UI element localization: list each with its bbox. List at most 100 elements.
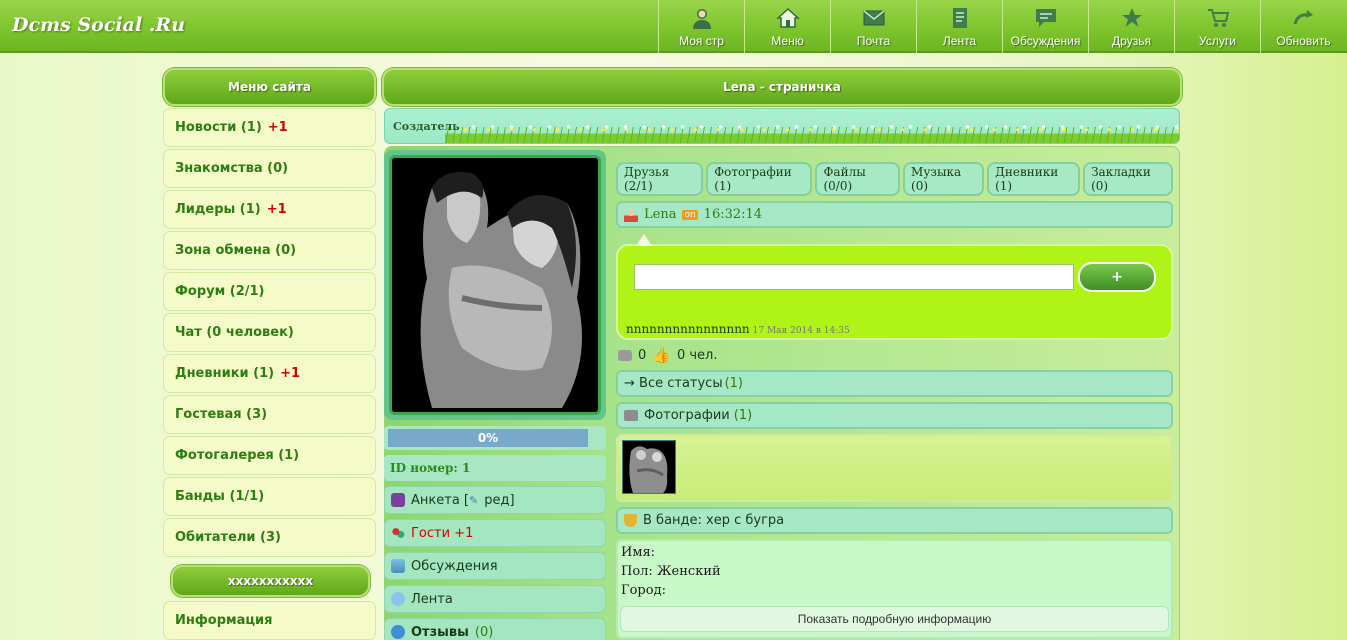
creator-label: Создатель: [393, 120, 460, 133]
name-label: Имя:: [621, 545, 656, 560]
cart-icon: [1205, 5, 1231, 31]
feed-link[interactable]: Лента: [384, 585, 606, 613]
photo-thumbnail[interactable]: [622, 440, 676, 494]
photo-strip: [616, 434, 1173, 502]
second-menu-title: xxxxxxxxxxx: [171, 565, 370, 597]
menu-item-dating[interactable]: Знакомства (0): [163, 149, 376, 188]
all-statuses-label: → Все статусы: [624, 376, 723, 391]
nav-discussions[interactable]: Обсуждения: [1002, 0, 1088, 53]
tab-files[interactable]: Файлы (0/0): [815, 162, 901, 196]
discussions-link[interactable]: Обсуждения: [384, 552, 606, 580]
reviews-icon: [391, 625, 405, 639]
questionnaire-link[interactable]: Анкета [ ✎ ред]: [384, 486, 606, 514]
nav-label: Друзья: [1112, 34, 1151, 48]
top-bar: Dcms Social .Ru Моя стр Меню Почта Лента: [0, 0, 1347, 53]
add-status-button[interactable]: +: [1078, 262, 1156, 292]
camera-icon: [624, 410, 638, 421]
site-logo[interactable]: Dcms Social .Ru: [12, 14, 185, 36]
menu-item-forum[interactable]: Форум (2/1): [163, 272, 376, 311]
menu-item-info[interactable]: Информация: [163, 601, 376, 640]
guests-label: Гости +1: [411, 525, 474, 541]
profile-sidebar: 0% ID номер: 1 Анкета [ ✎ ред] Гости +1 …: [384, 150, 606, 640]
status-text: nnnnnnnnnnnnnnnn 17 Мая 2014 в 14:35: [626, 322, 850, 336]
page-title: Lena - страничка: [382, 68, 1182, 106]
nav-refresh[interactable]: Обновить: [1260, 0, 1346, 53]
tab-friends[interactable]: Друзья (2/1): [616, 162, 704, 196]
comment-icon[interactable]: [618, 349, 632, 361]
tab-diaries[interactable]: Дневники (1): [987, 162, 1081, 196]
new-badge: +1: [267, 120, 288, 135]
likes-count: 0 чел.: [676, 347, 718, 363]
menu-item-label: Новости (1): [175, 120, 262, 135]
top-nav: Моя стр Меню Почта Лента Обсуждения Друз…: [658, 0, 1346, 53]
nav-services[interactable]: Услуги: [1174, 0, 1260, 53]
profile-icon: [391, 493, 405, 507]
guests-link[interactable]: Гости +1: [384, 519, 606, 547]
nav-label: Моя стр: [679, 34, 724, 48]
nav-label: Обновить: [1276, 34, 1331, 48]
shield-icon: [624, 514, 637, 527]
nav-mail[interactable]: Почта: [830, 0, 916, 53]
thumbs-up-icon[interactable]: 👍: [652, 346, 671, 364]
menu-item-label: Лидеры (1): [175, 202, 261, 217]
menu-item-gallery[interactable]: Фотогалерея (1): [163, 436, 376, 475]
nav-my-page[interactable]: Моя стр: [658, 0, 744, 53]
profile-info: Имя: Пол: Женский Город: Показать подроб…: [616, 539, 1173, 639]
nav-label: Услуги: [1199, 34, 1236, 48]
menu-item-news[interactable]: Новости (1) +1: [163, 108, 376, 147]
creator-bar: Создатель: [384, 108, 1180, 144]
reviews-link[interactable]: Отзывы (0): [384, 618, 606, 640]
user-time: 16:32:14: [703, 207, 763, 222]
guests-icon: [391, 526, 405, 540]
nav-feed[interactable]: Лента: [916, 0, 1002, 53]
tab-bookmarks[interactable]: Закладки (0): [1083, 162, 1173, 196]
menu-item-gangs[interactable]: Банды (1/1): [163, 477, 376, 516]
city-line: Город:: [620, 583, 1169, 602]
all-statuses-row[interactable]: → Все статусы (1): [616, 370, 1173, 397]
photos-count: (1): [733, 408, 753, 423]
gender-label: Пол:: [621, 564, 653, 579]
status-reactions: 0 👍 0 чел.: [616, 344, 1173, 366]
mail-icon: [861, 5, 887, 31]
gang-row[interactable]: В банде: хер с бугра: [616, 507, 1173, 534]
status-message: nnnnnnnnnnnnnnnn: [626, 322, 750, 336]
menu-item-residents[interactable]: Обитатели (3): [163, 518, 376, 557]
photos-label: Фотографии: [644, 408, 730, 423]
nav-menu[interactable]: Меню: [744, 0, 830, 53]
show-more-info-button[interactable]: Показать подробную информацию: [620, 606, 1169, 632]
star-icon: [1119, 5, 1145, 31]
reviews-label: Отзывы: [411, 624, 469, 640]
rating-progress: 0%: [384, 426, 606, 450]
name-line: Имя:: [620, 545, 1169, 564]
comment-count: 0: [638, 347, 647, 363]
menu-item-label: Гостевая (3): [175, 407, 268, 422]
menu-item-label: Форум (2/1): [175, 284, 265, 299]
tab-music[interactable]: Музыка (0): [903, 162, 985, 196]
user-name[interactable]: Lena: [644, 207, 676, 222]
nav-label: Почта: [856, 34, 891, 48]
new-badge: +1: [280, 366, 301, 381]
avatar-box: [384, 150, 606, 420]
city-label: Город:: [621, 583, 666, 598]
feed-icon: [947, 5, 973, 31]
nav-label: Обсуждения: [1010, 34, 1081, 48]
menu-item-diaries[interactable]: Дневники (1) +1: [163, 354, 376, 393]
menu-item-exchange[interactable]: Зона обмена (0): [163, 231, 376, 270]
home-icon: [775, 5, 801, 31]
avatar[interactable]: [389, 155, 601, 415]
status-input[interactable]: [634, 264, 1074, 290]
edit-link[interactable]: ред]: [484, 493, 514, 508]
menu-item-label: Банды (1/1): [175, 489, 265, 504]
menu-item-guestbook[interactable]: Гостевая (3): [163, 395, 376, 434]
menu-item-label: Информация: [175, 613, 273, 628]
feed-cloud-icon: [391, 592, 405, 606]
nav-friends[interactable]: Друзья: [1088, 0, 1174, 53]
photos-row[interactable]: Фотографии (1): [616, 402, 1173, 429]
female-user-icon: [624, 207, 638, 222]
nav-label: Лента: [942, 34, 977, 48]
menu-item-chat[interactable]: Чат (0 человек): [163, 313, 376, 352]
menu-item-leaders[interactable]: Лидеры (1) +1: [163, 190, 376, 229]
photo-thumb-icon: [623, 441, 675, 493]
tab-photos[interactable]: Фотографии (1): [706, 162, 813, 196]
menu-item-label: Зона обмена (0): [175, 243, 297, 258]
